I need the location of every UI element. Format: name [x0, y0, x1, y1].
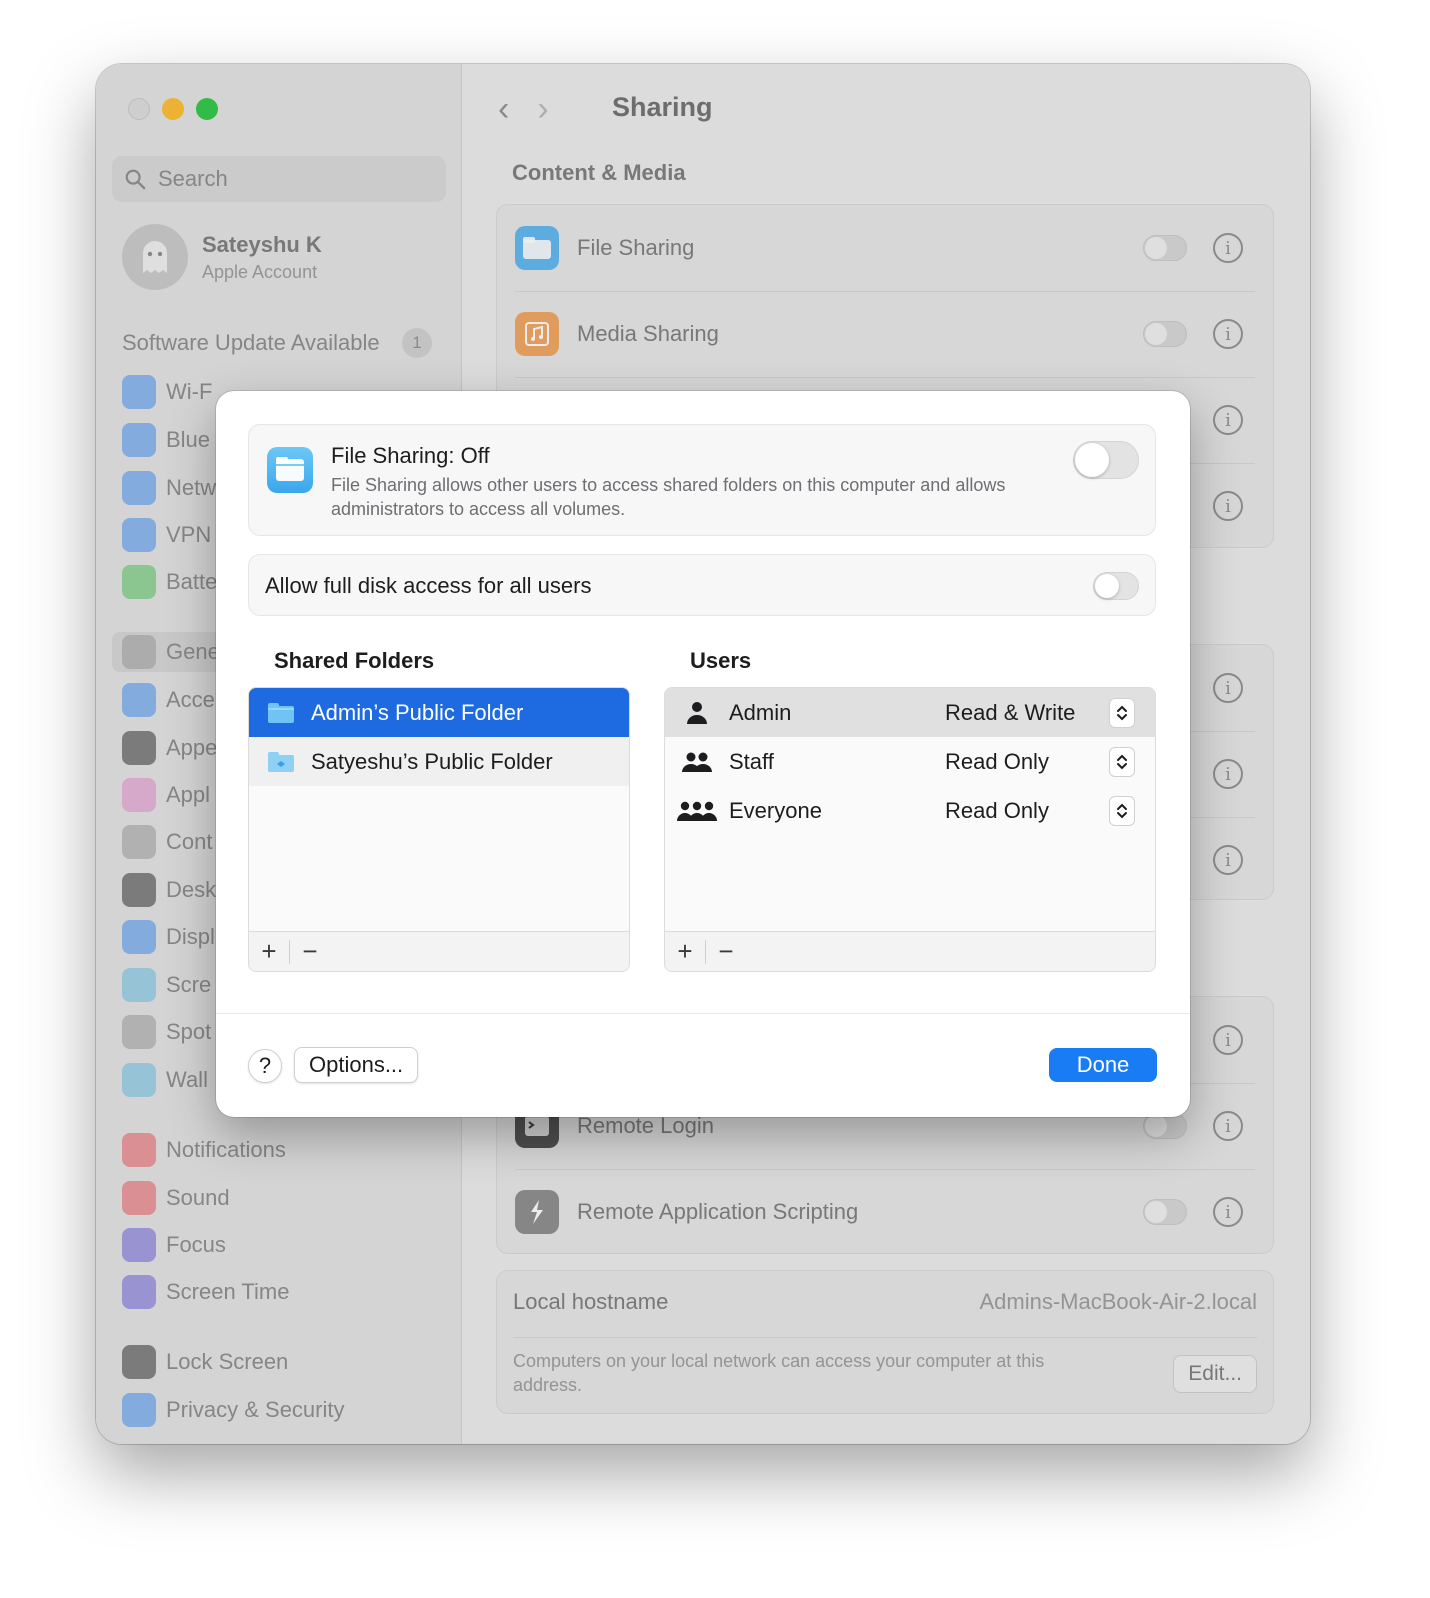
- permission-stepper[interactable]: [1109, 698, 1135, 728]
- shared-folders-list: Admin’s Public Folder Satyeshu’s Public …: [248, 687, 630, 972]
- folder-icon: [267, 447, 313, 493]
- users-list-footer: + −: [665, 931, 1155, 971]
- table-row[interactable]: Everyone Read Only: [665, 786, 1155, 835]
- users-title: Users: [690, 648, 751, 674]
- three-people-icon: [675, 798, 719, 824]
- add-user-button[interactable]: +: [665, 932, 705, 972]
- chevron-up-down-icon: [1115, 801, 1129, 821]
- full-disk-access-card: Allow full disk access for all users: [248, 554, 1156, 616]
- file-sharing-status-title: File Sharing: Off: [331, 443, 490, 469]
- table-row[interactable]: Admin Read & Write: [665, 688, 1155, 737]
- chevron-up-down-icon: [1115, 752, 1129, 772]
- user-name: Admin: [729, 700, 791, 726]
- done-button[interactable]: Done: [1049, 1048, 1157, 1082]
- options-button[interactable]: Options...: [294, 1047, 418, 1083]
- add-folder-button[interactable]: +: [249, 932, 289, 972]
- remove-folder-button[interactable]: −: [290, 932, 330, 972]
- shared-folders-title: Shared Folders: [274, 648, 434, 674]
- full-disk-access-switch[interactable]: [1093, 572, 1139, 600]
- sheet-divider: [216, 1013, 1190, 1014]
- permission-stepper[interactable]: [1109, 796, 1135, 826]
- user-permission: Read & Write: [945, 700, 1075, 726]
- file-sharing-switch[interactable]: [1073, 441, 1139, 479]
- switch-knob: [1095, 574, 1119, 598]
- list-item[interactable]: Satyeshu’s Public Folder: [249, 737, 629, 786]
- folder-name: Admin’s Public Folder: [311, 700, 523, 726]
- list-item[interactable]: Admin’s Public Folder: [249, 688, 629, 737]
- chevron-up-down-icon: [1115, 703, 1129, 723]
- file-sharing-description: File Sharing allows other users to acces…: [331, 473, 1051, 521]
- user-permission: Read Only: [945, 798, 1049, 824]
- folder-icon: [267, 702, 295, 724]
- permission-stepper[interactable]: [1109, 747, 1135, 777]
- switch-knob: [1075, 443, 1109, 477]
- public-folder-icon: [267, 751, 295, 773]
- file-sharing-sheet: File Sharing: Off File Sharing allows ot…: [216, 391, 1190, 1117]
- remove-user-button[interactable]: −: [706, 932, 746, 972]
- folder-name: Satyeshu’s Public Folder: [311, 749, 553, 775]
- table-row[interactable]: Staff Read Only: [665, 737, 1155, 786]
- user-name: Staff: [729, 749, 774, 775]
- user-permission: Read Only: [945, 749, 1049, 775]
- help-button[interactable]: ?: [248, 1049, 282, 1083]
- file-sharing-card: File Sharing: Off File Sharing allows ot…: [248, 424, 1156, 536]
- full-disk-access-label: Allow full disk access for all users: [265, 573, 591, 599]
- users-list: Admin Read & Write Staff Read Only Every…: [664, 687, 1156, 972]
- person-icon: [675, 700, 719, 726]
- user-name: Everyone: [729, 798, 822, 824]
- two-people-icon: [675, 749, 719, 775]
- folders-list-footer: + −: [249, 931, 629, 971]
